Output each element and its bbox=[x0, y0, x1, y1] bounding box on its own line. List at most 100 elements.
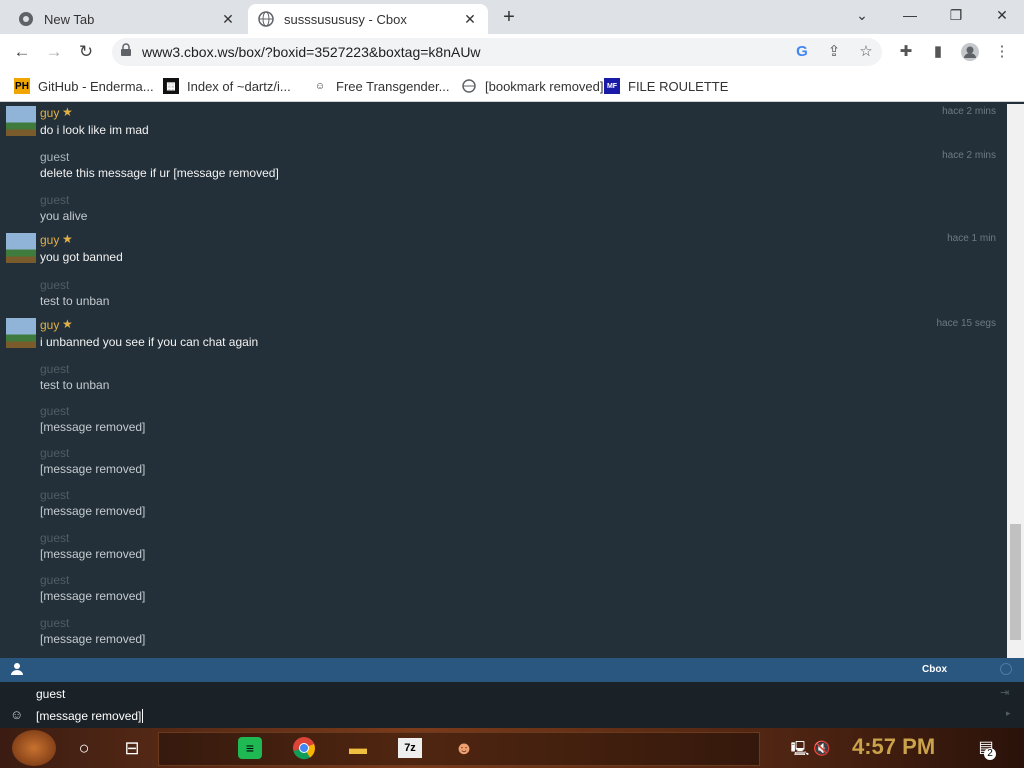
message-input[interactable]: [message removed] bbox=[36, 709, 144, 723]
message-text: [message removed] bbox=[40, 632, 146, 646]
message-text: test to unban bbox=[40, 378, 110, 392]
message-text: [message removed] bbox=[40, 462, 146, 476]
message-text: delete this message if ur [message remov… bbox=[40, 166, 279, 180]
url-text: www3.cbox.ws/box/?boxid=3527223&boxtag=k… bbox=[142, 44, 481, 60]
tab-title: susssusususy - Cbox bbox=[284, 11, 407, 27]
forward-button[interactable]: → bbox=[42, 40, 66, 64]
bookmark-item[interactable]: PH GitHub - Enderma... bbox=[14, 76, 154, 96]
star-icon: ★ bbox=[62, 232, 73, 246]
reload-button[interactable]: ↻ bbox=[74, 40, 98, 64]
side-panel-icon[interactable]: ▮ bbox=[926, 40, 950, 64]
bookmark-label: GitHub - Enderma... bbox=[38, 78, 154, 94]
new-tab-button[interactable]: + bbox=[498, 6, 520, 28]
login-icon[interactable]: ⇥ bbox=[1000, 686, 1009, 699]
browser-toolbar: ← → ↻ www3.cbox.ws/box/?boxid=3527223&bo… bbox=[0, 34, 1024, 70]
clock[interactable]: 4:57 PM bbox=[852, 734, 935, 760]
name-field[interactable]: guest bbox=[36, 687, 65, 701]
message-time: hace 1 min bbox=[947, 233, 996, 244]
chat-input-area: guest ☺ [message removed] ⇥ ▸ bbox=[0, 682, 1024, 728]
chat-toolbar: Cbox bbox=[0, 658, 1024, 682]
share-icon[interactable]: ⇪ bbox=[822, 40, 846, 64]
message-username[interactable]: guy bbox=[40, 318, 59, 332]
message-username[interactable]: guest bbox=[40, 362, 69, 376]
bookmark-item[interactable]: ☺ Free Transgender... bbox=[312, 76, 450, 96]
message-text: [message removed] bbox=[40, 589, 146, 603]
start-button[interactable] bbox=[12, 730, 56, 766]
message-username[interactable]: guest bbox=[40, 446, 69, 460]
spotify-icon[interactable]: ≡ bbox=[238, 737, 262, 759]
lock-icon bbox=[120, 42, 136, 62]
message-text: [message removed] bbox=[40, 547, 146, 561]
close-icon[interactable]: ✕ bbox=[462, 11, 478, 27]
message-username[interactable]: guest bbox=[40, 488, 69, 502]
bookmark-favicon-icon: ▦ bbox=[163, 78, 179, 94]
message-username[interactable]: guy bbox=[40, 233, 59, 247]
bookmark-item[interactable]: ▦ Index of ~dartz/i... bbox=[163, 76, 291, 96]
avatar[interactable] bbox=[6, 106, 36, 136]
message-text: do i look like im mad bbox=[40, 123, 149, 137]
bookmark-item[interactable]: [bookmark removed] bbox=[461, 76, 604, 96]
close-icon[interactable]: ✕ bbox=[220, 11, 236, 27]
bookmark-favicon-icon: MF bbox=[604, 78, 620, 94]
close-window-button[interactable]: ✕ bbox=[980, 4, 1024, 26]
tab-cbox[interactable]: susssusususy - Cbox ✕ bbox=[248, 4, 488, 34]
bookmark-item[interactable]: MF FILE ROULETTE bbox=[604, 76, 728, 96]
smiley-icon[interactable]: ☺ bbox=[10, 707, 23, 722]
back-button[interactable]: ← bbox=[10, 40, 34, 64]
tab-strip: New Tab ✕ susssusususy - Cbox ✕ + ⌄ — ❐ … bbox=[0, 0, 1024, 34]
message-username[interactable]: guy bbox=[40, 106, 59, 120]
app-icon[interactable]: ☻ bbox=[450, 734, 478, 762]
globe-icon bbox=[461, 78, 477, 94]
bookmarks-bar: PH GitHub - Enderma... ▦ Index of ~dartz… bbox=[0, 70, 1024, 102]
tab-new-tab[interactable]: New Tab ✕ bbox=[8, 4, 246, 34]
message-username[interactable]: guest bbox=[40, 193, 69, 207]
message-time: hace 2 mins bbox=[942, 106, 996, 117]
bookmark-label: FILE ROULETTE bbox=[628, 78, 729, 94]
message-text: [message removed] bbox=[40, 504, 146, 518]
bookmark-label: [bookmark removed] bbox=[485, 78, 604, 94]
avatar[interactable] bbox=[6, 318, 36, 348]
message-text: i unbanned you see if you can chat again bbox=[40, 335, 259, 349]
profile-icon[interactable] bbox=[958, 40, 982, 64]
task-view-icon[interactable]: ⊟ bbox=[118, 734, 146, 762]
extensions-icon[interactable]: ✚ bbox=[894, 40, 918, 64]
scrollbar-thumb[interactable] bbox=[1010, 524, 1021, 640]
search-icon[interactable]: ○ bbox=[70, 734, 98, 762]
bookmark-label: Free Transgender... bbox=[336, 78, 450, 94]
status-icon[interactable] bbox=[1000, 663, 1012, 675]
bookmark-star-icon[interactable]: ☆ bbox=[854, 40, 878, 64]
notification-badge: 2 bbox=[984, 748, 996, 760]
user-icon[interactable] bbox=[10, 662, 24, 681]
chat-messages: guy ★ hace 2 mins do i look like im mad … bbox=[0, 104, 1007, 658]
message-text: [message removed] bbox=[40, 420, 146, 434]
cbox-brand-link[interactable]: Cbox bbox=[922, 664, 947, 675]
message-username[interactable]: guest bbox=[40, 616, 69, 630]
chrome-icon bbox=[18, 11, 34, 27]
bookmark-favicon-icon: PH bbox=[14, 78, 30, 94]
message-username[interactable]: guest bbox=[40, 404, 69, 418]
menu-icon[interactable]: ⋮ bbox=[990, 40, 1014, 64]
message-text: test to unban bbox=[40, 294, 110, 308]
chrome-icon[interactable] bbox=[290, 734, 318, 762]
star-icon: ★ bbox=[62, 317, 73, 331]
avatar[interactable] bbox=[6, 233, 36, 263]
file-explorer-icon[interactable]: ▬ bbox=[344, 734, 372, 762]
message-username[interactable]: guest bbox=[40, 573, 69, 587]
7zip-icon[interactable]: 7z bbox=[398, 738, 422, 758]
message-time: hace 15 segs bbox=[936, 318, 997, 329]
bookmark-label: Index of ~dartz/i... bbox=[187, 78, 291, 94]
address-bar[interactable]: www3.cbox.ws/box/?boxid=3527223&boxtag=k… bbox=[112, 38, 882, 66]
google-icon[interactable]: G bbox=[790, 40, 814, 64]
volume-muted-icon[interactable]: 🔇 bbox=[808, 734, 836, 762]
message-username[interactable]: guest bbox=[40, 531, 69, 545]
bookmark-favicon-icon: ☺ bbox=[314, 80, 326, 92]
message-time: hace 2 mins bbox=[942, 150, 996, 161]
message-username[interactable]: guest bbox=[40, 278, 69, 292]
minimize-button[interactable]: — bbox=[888, 4, 932, 26]
send-icon[interactable]: ▸ bbox=[1006, 708, 1011, 719]
message-username[interactable]: guest bbox=[40, 150, 69, 164]
message-text: you alive bbox=[40, 209, 88, 223]
restore-button[interactable]: ❐ bbox=[934, 4, 978, 26]
taskbar: ○ ⊟ ≡ ▬ 7z ☻ 🖳 🔇 4:57 PM ▤ 2 bbox=[0, 728, 1024, 768]
tab-search-icon[interactable]: ⌄ bbox=[840, 4, 884, 26]
